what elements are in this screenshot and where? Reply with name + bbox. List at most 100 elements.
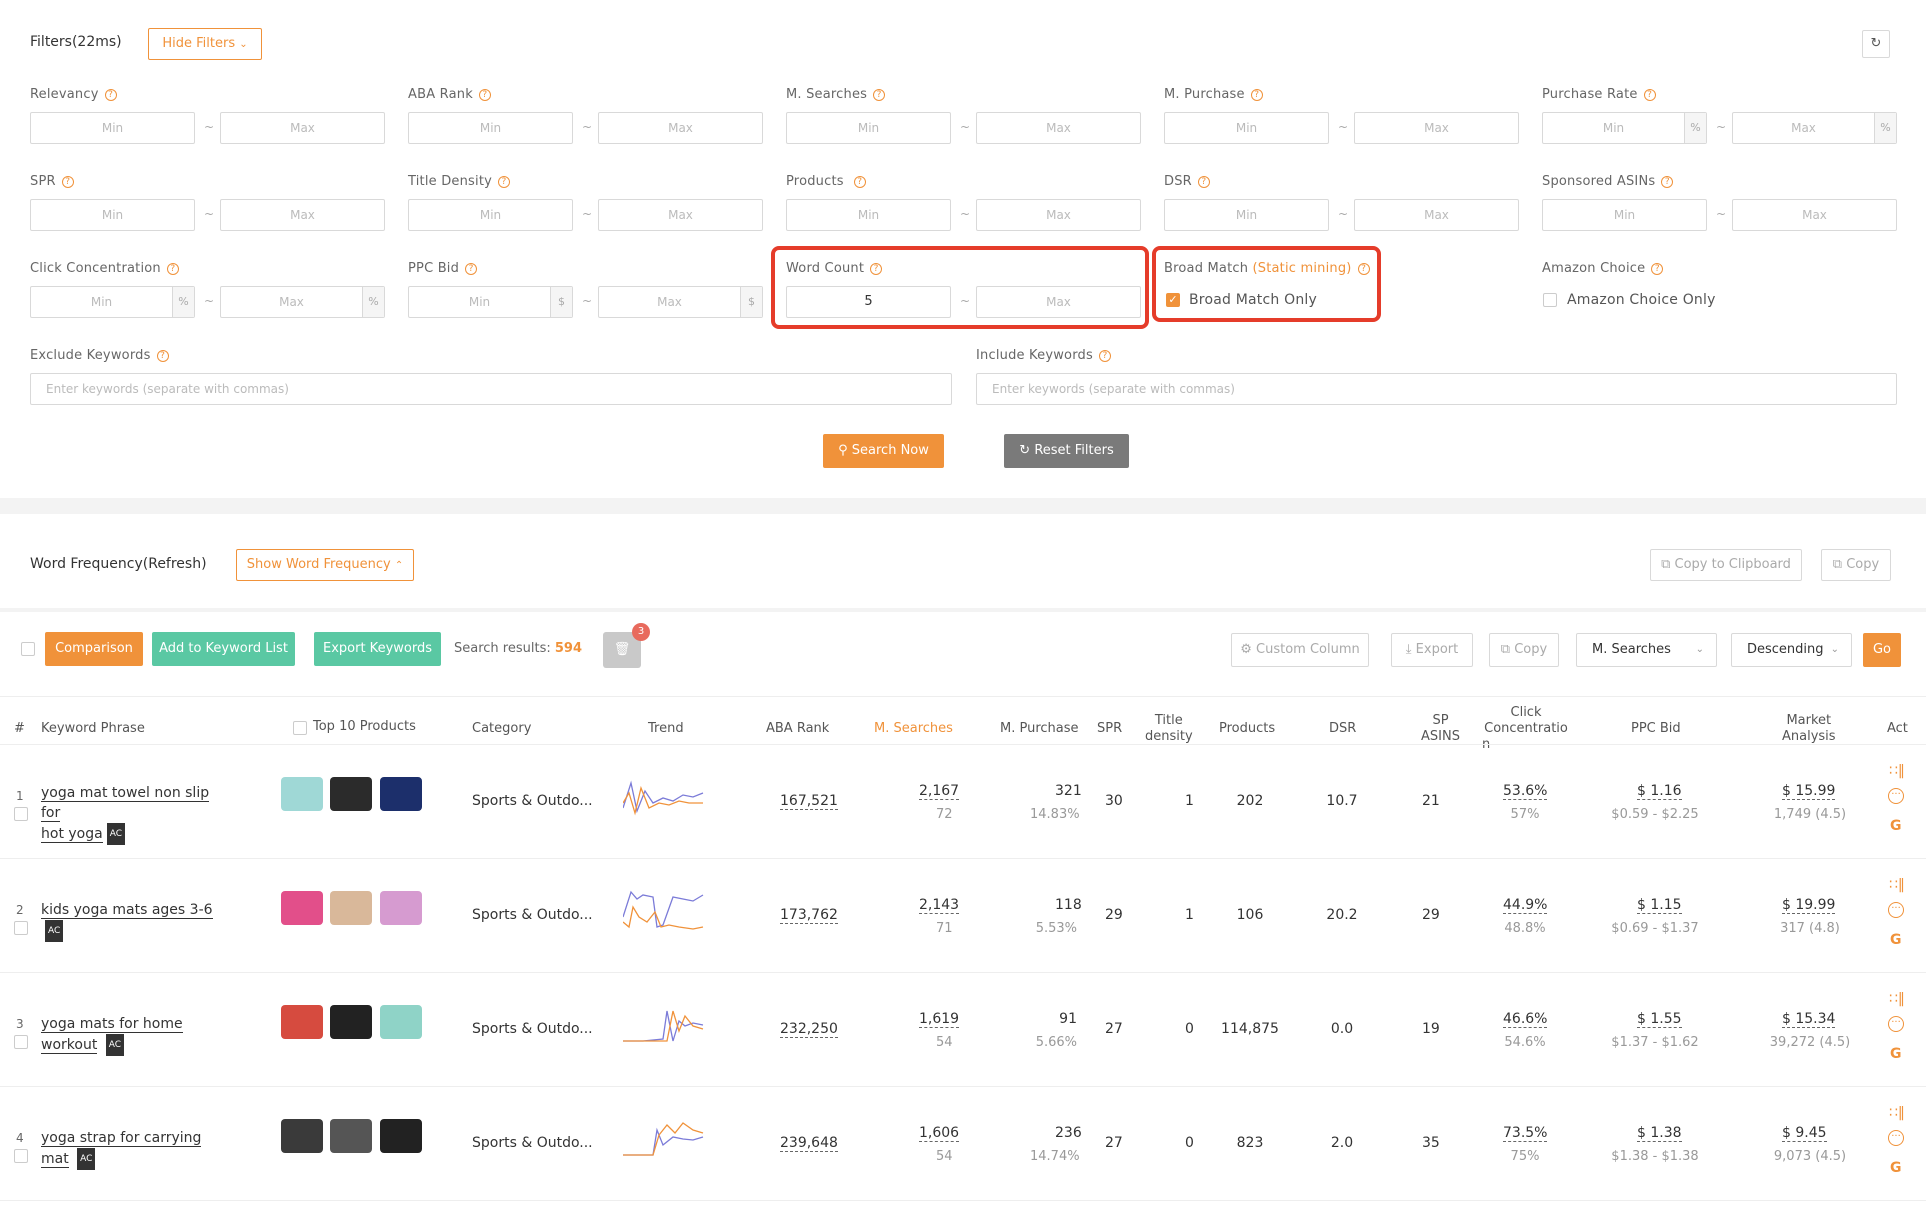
spr-min-input[interactable]: Min bbox=[30, 199, 195, 231]
google-icon[interactable]: G bbox=[1890, 1160, 1902, 1176]
market-price-cell[interactable]: $ 15.34 bbox=[1782, 1011, 1836, 1028]
col-sp-asins[interactable]: SP ASINS bbox=[1421, 713, 1460, 745]
product-thumbnail[interactable] bbox=[281, 1005, 323, 1039]
ppc-bid-cell[interactable]: $ 1.38 bbox=[1637, 1125, 1682, 1142]
product-thumbnail[interactable] bbox=[330, 891, 372, 925]
trend-sparkline[interactable] bbox=[623, 1001, 707, 1051]
sponsored-asins-min-input[interactable]: Min bbox=[1542, 199, 1707, 231]
products-min-input[interactable]: Min bbox=[786, 199, 951, 231]
row-checkbox[interactable] bbox=[14, 1035, 28, 1049]
ppc-bid-cell[interactable]: $ 1.16 bbox=[1637, 783, 1682, 800]
aba-rank-cell[interactable]: 239,648 bbox=[780, 1135, 838, 1152]
exclude-keywords-input[interactable]: Enter keywords (separate with commas) bbox=[30, 373, 952, 405]
row-checkbox[interactable] bbox=[14, 1149, 28, 1163]
purchase-rate-max-input[interactable]: Max% bbox=[1732, 112, 1897, 144]
m-searches-max-input[interactable]: Max bbox=[976, 112, 1141, 144]
bar-chart-icon[interactable]: ∷‖ bbox=[1889, 877, 1905, 893]
aba-rank-cell[interactable]: 167,521 bbox=[780, 793, 838, 810]
col-m-purchase[interactable]: M. Purchase bbox=[1000, 721, 1079, 737]
product-thumbnail[interactable] bbox=[380, 1119, 422, 1153]
copy-button[interactable]: ⧉ Copy bbox=[1489, 633, 1559, 667]
m-purchase-max-input[interactable]: Max bbox=[1354, 112, 1519, 144]
col-aba-rank[interactable]: ABA Rank bbox=[766, 721, 829, 737]
word-frequency-copy-button[interactable]: ⧉ Copy bbox=[1821, 549, 1891, 581]
title-density-max-input[interactable]: Max bbox=[598, 199, 763, 231]
copy-to-clipboard-button[interactable]: ⧉ Copy to Clipboard bbox=[1650, 549, 1802, 581]
col-m-searches[interactable]: M. Searches bbox=[874, 721, 953, 737]
market-price-cell[interactable]: $ 9.45 bbox=[1782, 1125, 1827, 1142]
row-checkbox[interactable] bbox=[14, 807, 28, 821]
market-price-cell[interactable]: $ 19.99 bbox=[1782, 897, 1836, 914]
bar-chart-icon[interactable]: ∷‖ bbox=[1889, 1105, 1905, 1121]
product-thumbnail[interactable] bbox=[330, 1005, 372, 1039]
reset-filters-button[interactable]: ↻ Reset Filters bbox=[1004, 434, 1129, 468]
col-keyword[interactable]: Keyword Phrase bbox=[41, 721, 145, 737]
product-thumbnail[interactable] bbox=[330, 1119, 372, 1153]
click-concentration-cell[interactable]: 46.6% bbox=[1503, 1011, 1548, 1028]
refresh-button[interactable]: ↻ bbox=[1862, 30, 1890, 58]
sponsored-asins-max-input[interactable]: Max bbox=[1732, 199, 1897, 231]
m-searches-cell[interactable]: 2,143 bbox=[919, 897, 960, 914]
export-keywords-button[interactable]: Export Keywords bbox=[314, 632, 441, 666]
product-thumbnail[interactable] bbox=[281, 1119, 323, 1153]
aba-rank-cell[interactable]: 232,250 bbox=[780, 1021, 838, 1038]
aba-rank-max-input[interactable]: Max bbox=[598, 112, 763, 144]
dsr-max-input[interactable]: Max bbox=[1354, 199, 1519, 231]
click-concentration-max-input[interactable]: Max% bbox=[220, 286, 385, 318]
google-icon[interactable]: G bbox=[1890, 932, 1902, 948]
product-thumbnail[interactable] bbox=[330, 777, 372, 811]
col-dsr[interactable]: DSR bbox=[1329, 721, 1356, 737]
add-to-keyword-list-button[interactable]: Add to Keyword List bbox=[152, 632, 295, 666]
relevancy-min-input[interactable]: Min bbox=[30, 112, 195, 144]
market-price-cell[interactable]: $ 15.99 bbox=[1782, 783, 1836, 800]
hide-filters-button[interactable]: Hide Filters ⌄ bbox=[148, 28, 262, 60]
click-concentration-cell[interactable]: 53.6% bbox=[1503, 783, 1548, 800]
amazon-choice-checkbox[interactable] bbox=[1543, 293, 1557, 307]
sort-order-select[interactable]: Descending ⌄ bbox=[1731, 633, 1852, 667]
m-searches-cell[interactable]: 1,606 bbox=[919, 1125, 960, 1142]
col-spr[interactable]: SPR bbox=[1097, 721, 1122, 737]
click-concentration-cell[interactable]: 73.5% bbox=[1503, 1125, 1548, 1142]
row-checkbox[interactable] bbox=[14, 921, 28, 935]
product-thumbnail[interactable] bbox=[380, 1005, 422, 1039]
col-title-density[interactable]: Title density bbox=[1145, 713, 1193, 745]
google-icon[interactable]: G bbox=[1890, 1046, 1902, 1062]
relevancy-max-input[interactable]: Max bbox=[220, 112, 385, 144]
ppc-bid-cell[interactable]: $ 1.15 bbox=[1637, 897, 1682, 914]
keyword-phrase[interactable]: yoga strap for carrying mat AC bbox=[41, 1128, 231, 1170]
title-density-min-input[interactable]: Min bbox=[408, 199, 573, 231]
comparison-button[interactable]: Comparison bbox=[45, 632, 143, 666]
google-icon[interactable]: G bbox=[1890, 818, 1902, 834]
product-thumbnail[interactable] bbox=[281, 891, 323, 925]
spr-max-input[interactable]: Max bbox=[220, 199, 385, 231]
search-now-button[interactable]: ⚲ Search Now bbox=[823, 434, 944, 468]
select-all-checkbox[interactable] bbox=[21, 642, 35, 656]
more-options-icon[interactable]: ··· bbox=[1888, 1130, 1904, 1146]
click-concentration-cell[interactable]: 44.9% bbox=[1503, 897, 1548, 914]
ppc-bid-min-input[interactable]: Min $ bbox=[408, 286, 573, 318]
dsr-min-input[interactable]: Min bbox=[1164, 199, 1329, 231]
include-keywords-input[interactable]: Enter keywords (separate with commas) bbox=[976, 373, 1897, 405]
trend-sparkline[interactable] bbox=[623, 773, 707, 823]
bar-chart-icon[interactable]: ∷‖ bbox=[1889, 763, 1905, 779]
click-concentration-min-input[interactable]: Min% bbox=[30, 286, 195, 318]
bar-chart-icon[interactable]: ∷‖ bbox=[1889, 991, 1905, 1007]
purchase-rate-min-input[interactable]: Min% bbox=[1542, 112, 1707, 144]
aba-rank-min-input[interactable]: Min bbox=[408, 112, 573, 144]
m-purchase-min-input[interactable]: Min bbox=[1164, 112, 1329, 144]
keyword-phrase[interactable]: kids yoga mats ages 3-6 AC bbox=[41, 900, 231, 942]
products-max-input[interactable]: Max bbox=[976, 199, 1141, 231]
product-thumbnail[interactable] bbox=[380, 777, 422, 811]
col-ppc-bid[interactable]: PPC Bid bbox=[1631, 721, 1681, 737]
more-options-icon[interactable]: ··· bbox=[1888, 788, 1904, 804]
ppc-bid-max-input[interactable]: Max $ bbox=[598, 286, 763, 318]
m-searches-min-input[interactable]: Min bbox=[786, 112, 951, 144]
m-searches-cell[interactable]: 1,619 bbox=[919, 1011, 960, 1028]
product-thumbnail[interactable] bbox=[380, 891, 422, 925]
show-word-frequency-button[interactable]: Show Word Frequency ⌃ bbox=[236, 549, 414, 581]
sort-field-select[interactable]: M. Searches ⌄ bbox=[1576, 633, 1717, 667]
product-thumbnail[interactable] bbox=[281, 777, 323, 811]
more-options-icon[interactable]: ··· bbox=[1888, 1016, 1904, 1032]
keyword-phrase[interactable]: yoga mat towel non slip for hot yoga AC bbox=[41, 783, 231, 845]
col-market-analysis[interactable]: Market Analysis bbox=[1782, 713, 1836, 745]
